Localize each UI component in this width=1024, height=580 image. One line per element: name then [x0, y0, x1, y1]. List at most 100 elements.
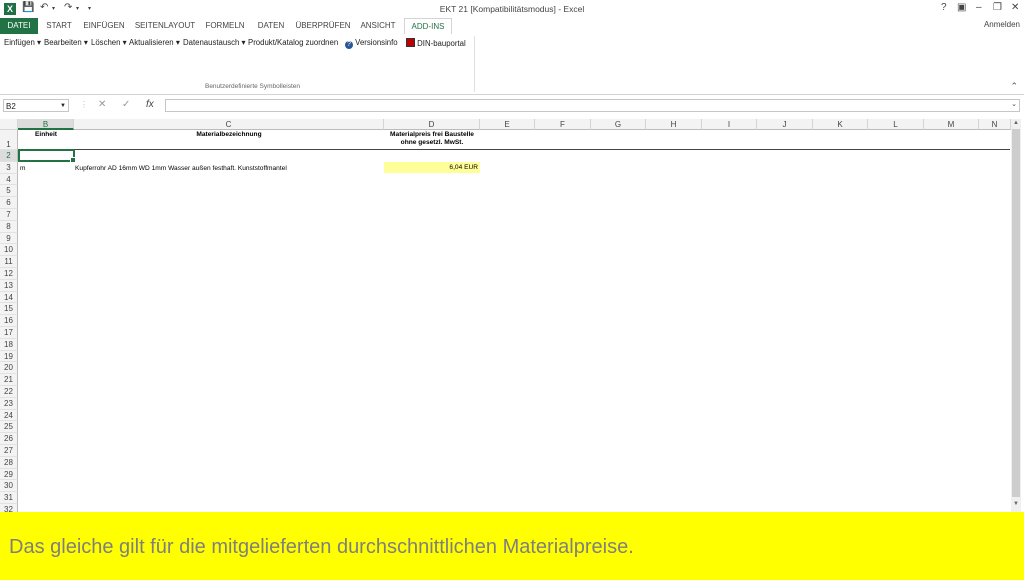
chevron-down-icon: ▼: [60, 103, 66, 109]
ribbon: Einfügen ▾ Bearbeiten ▾ Löschen ▾ Aktual…: [0, 34, 1024, 95]
column-header-i[interactable]: I: [702, 119, 757, 130]
row-header-18[interactable]: 18: [0, 338, 18, 351]
caption-banner: Das gleiche gilt für die mitgelieferten …: [0, 512, 1024, 580]
worksheet-grid[interactable]: B C D E F G H I J K L M N 1 2 3 4 5 6 7 …: [0, 119, 1024, 512]
row-header-12[interactable]: 12: [0, 268, 18, 280]
column-header-f[interactable]: F: [535, 119, 591, 130]
row-header-32[interactable]: 32: [0, 504, 18, 512]
row-header-28[interactable]: 28: [0, 456, 18, 469]
column-header-e[interactable]: E: [480, 119, 535, 130]
column-header-d[interactable]: D: [384, 119, 480, 130]
scroll-down-icon[interactable]: ▼: [1011, 501, 1021, 507]
tab-start[interactable]: START: [41, 18, 77, 34]
column-header-n[interactable]: N: [979, 119, 1011, 130]
row-header-4[interactable]: 4: [0, 173, 18, 186]
column-header-m[interactable]: M: [924, 119, 979, 130]
restore-button[interactable]: ❐: [993, 2, 1002, 13]
column-header-g[interactable]: G: [591, 119, 646, 130]
cell-c3[interactable]: Kupferrohr AD 16mm WD 1mm Wasser außen f…: [75, 163, 383, 174]
cancel-icon[interactable]: ✕: [98, 99, 106, 110]
row-header-27[interactable]: 27: [0, 445, 18, 457]
row-header-2[interactable]: 2: [0, 150, 18, 162]
minimize-button[interactable]: –: [976, 2, 982, 13]
expand-formula-bar-icon[interactable]: ⌄: [1011, 100, 1017, 108]
name-box-value: B2: [6, 102, 16, 111]
selected-cell-b2[interactable]: [18, 149, 76, 163]
formula-input[interactable]: ⌄: [165, 99, 1020, 112]
row-header-16[interactable]: 16: [0, 315, 18, 327]
row-header-14[interactable]: 14: [0, 291, 18, 304]
row-header-9[interactable]: 9: [0, 232, 18, 245]
column-header-b[interactable]: B: [18, 119, 74, 130]
row-header-11[interactable]: 11: [0, 256, 18, 268]
scroll-up-icon[interactable]: ▲: [1011, 120, 1021, 126]
row-header-19[interactable]: 19: [0, 350, 18, 363]
ribbon-display-options-button[interactable]: ▣: [957, 2, 966, 13]
caption-text: Das gleiche gilt für die mitgelieferten …: [9, 536, 634, 558]
bearbeiten-menu[interactable]: Bearbeiten ▾: [44, 38, 88, 47]
column-header-k[interactable]: K: [813, 119, 868, 130]
resize-handle-icon[interactable]: ⋮: [80, 100, 88, 109]
header-cell-materialbezeichnung[interactable]: Materialbezeichnung: [74, 131, 384, 139]
row-header-20[interactable]: 20: [0, 362, 18, 375]
dropdown-arrow-icon: ▾: [175, 38, 180, 47]
row-header-21[interactable]: 21: [0, 374, 18, 386]
column-header-l[interactable]: L: [868, 119, 924, 130]
row-header-6[interactable]: 6: [0, 197, 18, 209]
row-header-22[interactable]: 22: [0, 386, 18, 398]
row-header-17[interactable]: 17: [0, 327, 18, 339]
cell-b3[interactable]: m: [20, 163, 72, 174]
tab-daten[interactable]: DATEN: [252, 18, 290, 34]
din-bauportal-button[interactable]: DIN-bauportal: [406, 38, 466, 48]
row-header-25[interactable]: 25: [0, 421, 18, 434]
ribbon-group-label: Benutzerdefinierte Symbolleisten: [204, 83, 301, 90]
row-header-1[interactable]: 1: [0, 130, 18, 150]
cell-d3[interactable]: 6,04 EUR: [384, 162, 480, 173]
row-header-15[interactable]: 15: [0, 303, 18, 316]
header-cell-materialpreis[interactable]: Materialpreis frei Baustelle ohne gesetz…: [384, 131, 480, 147]
tab-ansicht[interactable]: ANSICHT: [356, 18, 400, 34]
row-header-5[interactable]: 5: [0, 185, 18, 198]
datenaustausch-menu[interactable]: Datenaustausch ▾: [183, 38, 245, 47]
aktualisieren-menu[interactable]: Aktualisieren ▾: [129, 38, 180, 47]
row-header-24[interactable]: 24: [0, 409, 18, 422]
vertical-scrollbar[interactable]: ▲ ▼: [1011, 119, 1021, 512]
produkt-katalog-button[interactable]: Produkt/Katalog zuordnen: [248, 38, 338, 47]
close-button[interactable]: ✕: [1011, 2, 1019, 13]
loeschen-menu[interactable]: Löschen ▾: [91, 38, 127, 47]
help-button[interactable]: ?: [941, 2, 947, 13]
datenaustausch-label: Datenaustausch: [183, 38, 240, 47]
bearbeiten-label: Bearbeiten: [44, 38, 82, 47]
row-header-13[interactable]: 13: [0, 279, 18, 292]
dropdown-arrow-icon: ▾: [83, 38, 88, 47]
row-header-8[interactable]: 8: [0, 220, 18, 233]
tab-einfuegen[interactable]: EINFÜGEN: [80, 18, 128, 34]
row-header-10[interactable]: 10: [0, 244, 18, 257]
enter-icon[interactable]: ✓: [122, 99, 130, 110]
tab-datei[interactable]: DATEI: [0, 18, 38, 34]
signin-link[interactable]: Anmelden: [984, 20, 1020, 29]
row-header-23[interactable]: 23: [0, 397, 18, 410]
row-header-30[interactable]: 30: [0, 480, 18, 493]
name-box[interactable]: B2 ▼: [3, 99, 69, 112]
row-header-29[interactable]: 29: [0, 468, 18, 481]
select-all-corner[interactable]: [0, 119, 18, 130]
column-header-h[interactable]: H: [646, 119, 702, 130]
row-header-31[interactable]: 31: [0, 492, 18, 504]
tab-seitenlayout[interactable]: SEITENLAYOUT: [132, 18, 198, 34]
versionsinfo-button[interactable]: ? Versionsinfo: [345, 38, 398, 49]
scrollbar-thumb[interactable]: [1012, 129, 1020, 497]
tab-formeln[interactable]: FORMELN: [202, 18, 248, 34]
tab-ueberpruefen[interactable]: ÜBERPRÜFEN: [294, 18, 352, 34]
row-header-26[interactable]: 26: [0, 433, 18, 445]
column-header-c[interactable]: C: [74, 119, 384, 130]
row-header-7[interactable]: 7: [0, 209, 18, 221]
header-cell-einheit[interactable]: Einheit: [18, 131, 74, 139]
dropdown-arrow-icon: ▾: [122, 38, 127, 47]
einfuegen-menu[interactable]: Einfügen ▾: [4, 38, 41, 47]
collapse-ribbon-icon[interactable]: ⌃: [1010, 81, 1018, 92]
tab-add-ins[interactable]: ADD-INS: [404, 18, 452, 35]
insert-function-icon[interactable]: fx: [146, 99, 154, 110]
row-header-3[interactable]: 3: [0, 161, 18, 174]
column-header-j[interactable]: J: [757, 119, 813, 130]
